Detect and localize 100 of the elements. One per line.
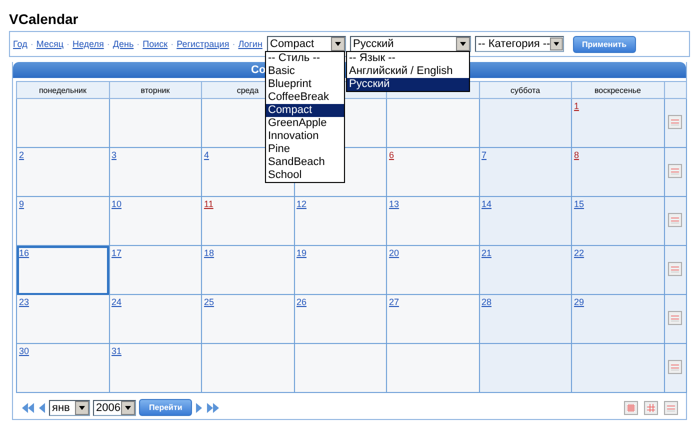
grid-view-icon[interactable]: [644, 400, 658, 414]
day-cell[interactable]: 27: [386, 294, 479, 344]
week-view-icon[interactable]: [668, 213, 682, 227]
month-select[interactable]: янв: [49, 400, 90, 416]
day-number-link[interactable]: 8: [572, 150, 580, 160]
day-cell[interactable]: 26: [294, 294, 386, 344]
day-cell[interactable]: 9: [16, 196, 109, 246]
day-cell[interactable]: 2: [16, 148, 109, 196]
language-select[interactable]: Русский: [350, 36, 471, 52]
day-number-link[interactable]: 17: [110, 248, 122, 258]
week-view-icon[interactable]: [668, 311, 682, 325]
last-page-icon[interactable]: [206, 402, 220, 414]
category-select[interactable]: -- Категория --: [475, 36, 564, 52]
day-cell[interactable]: 23: [16, 294, 109, 344]
dropdown-option[interactable]: -- Язык --: [347, 52, 469, 65]
day-cell[interactable]: 8: [572, 148, 664, 196]
link-separator: ·: [170, 39, 174, 49]
week-view-icon[interactable]: [664, 400, 678, 414]
day-number-link[interactable]: 23: [17, 297, 30, 307]
day-cell[interactable]: 6: [386, 148, 479, 196]
nav-link[interactable]: Год: [13, 39, 28, 49]
day-number-link[interactable]: 31: [110, 346, 122, 356]
link-separator: ·: [232, 39, 236, 49]
day-cell[interactable]: 19: [294, 246, 386, 294]
day-cell[interactable]: 25: [202, 294, 294, 344]
day-number-link[interactable]: 19: [294, 248, 307, 258]
day-cell[interactable]: 12: [294, 196, 386, 246]
day-number-link[interactable]: 6: [387, 150, 394, 160]
week-view-icon[interactable]: [668, 164, 682, 178]
dropdown-option[interactable]: Английский / English: [347, 65, 469, 78]
day-cell[interactable]: 21: [479, 246, 572, 294]
nav-link[interactable]: Месяц: [36, 39, 64, 49]
day-number-link[interactable]: 30: [17, 346, 30, 356]
day-number-link[interactable]: 21: [480, 248, 492, 258]
day-cell[interactable]: 10: [109, 196, 202, 246]
day-cell[interactable]: 24: [109, 294, 202, 344]
nav-link[interactable]: День: [112, 39, 134, 49]
style-select[interactable]: Compact: [267, 36, 346, 52]
dropdown-option[interactable]: Innovation: [266, 130, 344, 143]
link-separator: ·: [66, 39, 70, 49]
dropdown-option[interactable]: GreenApple: [266, 117, 344, 130]
day-cell[interactable]: 22: [572, 246, 664, 294]
nav-link[interactable]: Поиск: [142, 39, 168, 49]
link-separator: ·: [136, 39, 140, 49]
day-number-link[interactable]: 16: [17, 248, 30, 258]
weekday-header: суббота: [479, 82, 572, 98]
day-number-link[interactable]: 11: [202, 199, 214, 209]
year-select[interactable]: 2006: [93, 400, 136, 416]
day-number-link[interactable]: 22: [572, 248, 584, 258]
day-number-link[interactable]: 24: [110, 297, 122, 307]
month-view-icon[interactable]: [624, 400, 638, 414]
dropdown-option[interactable]: Русский: [347, 78, 469, 91]
day-number-link[interactable]: 14: [480, 199, 492, 209]
nav-link[interactable]: Неделя: [72, 39, 104, 49]
dropdown-option[interactable]: -- Стиль --: [266, 52, 344, 65]
day-cell[interactable]: 31: [109, 344, 202, 392]
day-number-link[interactable]: 7: [480, 150, 487, 160]
day-number-link[interactable]: 27: [387, 297, 400, 307]
link-separator: ·: [106, 39, 110, 49]
day-number-link[interactable]: 18: [202, 248, 214, 258]
day-number-link[interactable]: 1: [572, 101, 580, 111]
week-view-icon[interactable]: [668, 115, 682, 129]
day-cell[interactable]: 30: [16, 344, 109, 392]
day-cell[interactable]: 13: [386, 196, 479, 246]
day-cell[interactable]: 28: [479, 294, 572, 344]
day-number-link[interactable]: 20: [387, 248, 400, 258]
next-icon[interactable]: [195, 402, 204, 414]
day-number-link[interactable]: 4: [202, 150, 210, 160]
first-page-icon[interactable]: [21, 402, 35, 414]
week-view-icon[interactable]: [668, 262, 682, 276]
nav-link[interactable]: Регистрация: [176, 39, 230, 49]
day-cell[interactable]: 3: [109, 148, 202, 196]
nav-link[interactable]: Логин: [238, 39, 262, 49]
day-number-link[interactable]: 15: [572, 199, 584, 209]
day-cell[interactable]: 29: [572, 294, 664, 344]
weekday-header: понедельник: [16, 82, 109, 98]
day-cell[interactable]: 11: [202, 196, 294, 246]
day-number-link[interactable]: 29: [572, 297, 584, 307]
day-number-link[interactable]: 2: [17, 150, 24, 160]
day-cell[interactable]: 17: [109, 246, 202, 294]
previous-icon[interactable]: [38, 402, 46, 414]
day-cell[interactable]: 18: [202, 246, 294, 294]
day-number-link[interactable]: 9: [17, 199, 24, 209]
dropdown-option[interactable]: Compact: [266, 104, 344, 117]
day-number-link[interactable]: 10: [110, 199, 122, 209]
day-cell[interactable]: 14: [479, 196, 572, 246]
day-cell[interactable]: 1: [572, 98, 664, 148]
dropdown-option[interactable]: Basic: [266, 65, 344, 78]
day-cell[interactable]: 7: [479, 148, 572, 196]
day-cell[interactable]: 16: [16, 246, 109, 294]
day-number-link[interactable]: 25: [202, 297, 214, 307]
day-number-link[interactable]: 28: [480, 297, 492, 307]
day-number-link[interactable]: 12: [294, 199, 307, 209]
day-number-link[interactable]: 26: [294, 297, 307, 307]
day-number-link[interactable]: 3: [110, 150, 117, 160]
day-cell[interactable]: 15: [572, 196, 664, 246]
day-number-link[interactable]: 13: [387, 199, 400, 209]
day-cell[interactable]: 20: [386, 246, 479, 294]
link-separator: ·: [30, 39, 34, 49]
week-view-icon[interactable]: [668, 360, 682, 374]
